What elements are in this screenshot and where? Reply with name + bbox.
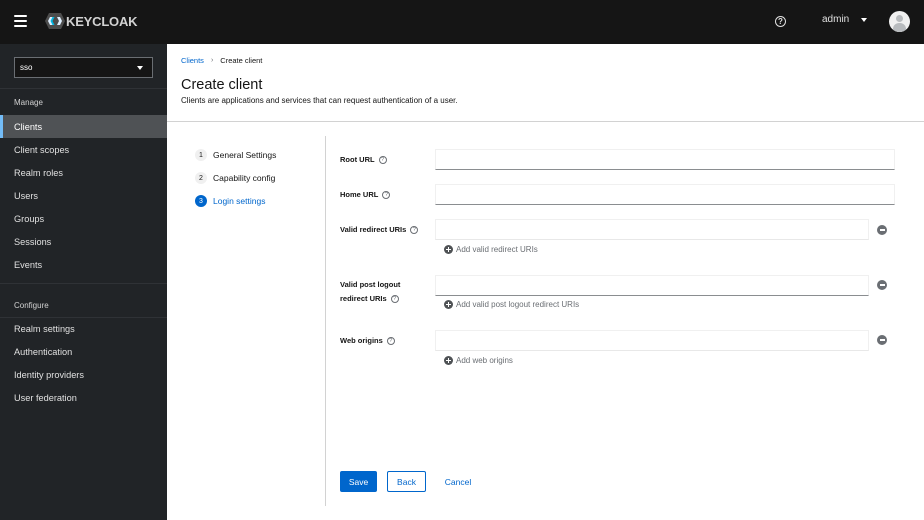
- sidebar-item-realm-roles[interactable]: Realm roles: [0, 161, 167, 184]
- root-url-label: Root URL?: [340, 153, 387, 167]
- wizard-step-capability-config[interactable]: 2 Capability config: [195, 172, 275, 184]
- sidebar-item-authentication[interactable]: Authentication: [0, 340, 167, 363]
- main-content: Clients › Create client Create client Cl…: [167, 44, 924, 520]
- user-dropdown[interactable]: admin: [822, 14, 868, 25]
- help-icon[interactable]: ?: [775, 16, 786, 27]
- page-title: Create client: [181, 77, 263, 93]
- step-number: 1: [195, 149, 207, 161]
- page-header: Clients › Create client Create client Cl…: [167, 44, 924, 122]
- step-number: 3: [195, 195, 207, 207]
- sidebar-item-client-scopes[interactable]: Client scopes: [0, 138, 167, 161]
- sidebar-divider: [0, 88, 167, 89]
- username: admin: [822, 14, 850, 25]
- section-title-manage: Manage: [14, 98, 43, 107]
- sidebar: sso Manage Clients Client scopes Realm r…: [0, 44, 167, 520]
- add-web-origin-label: Add web origins: [456, 356, 513, 365]
- breadcrumb-current: Create client: [220, 56, 263, 65]
- save-button[interactable]: Save: [340, 471, 377, 492]
- wizard-divider: [325, 136, 326, 506]
- step-label: Login settings: [213, 196, 266, 206]
- sidebar-item-realm-settings[interactable]: Realm settings: [0, 317, 167, 340]
- hamburger-menu-icon[interactable]: [14, 15, 27, 27]
- redirect-uris-input[interactable]: [435, 219, 869, 240]
- web-origins-label-text: Web origins: [340, 336, 383, 345]
- plus-circle-icon: [444, 245, 453, 254]
- add-web-origin-button[interactable]: Add web origins: [444, 356, 513, 365]
- root-url-input[interactable]: [435, 149, 895, 170]
- add-post-logout-uri-button[interactable]: Add valid post logout redirect URIs: [444, 300, 579, 309]
- remove-web-origin-icon[interactable]: [877, 335, 887, 345]
- back-button[interactable]: Back: [387, 471, 426, 492]
- realm-selector[interactable]: sso: [14, 57, 153, 78]
- section-title-configure: Configure: [14, 301, 49, 310]
- avatar-body-icon: [893, 23, 906, 32]
- post-logout-uris-label: Valid post logout redirect URIs?: [340, 278, 400, 306]
- redirect-uris-label: Valid redirect URIs?: [340, 223, 419, 237]
- step-label: Capability config: [213, 173, 276, 183]
- step-label: General Settings: [213, 150, 277, 160]
- post-logout-label-line2: redirect URIs: [340, 294, 387, 303]
- avatar-head-icon: [896, 15, 903, 22]
- help-icon[interactable]: ?: [390, 295, 399, 304]
- brand-name: KEYCLOAK: [66, 13, 138, 29]
- caret-down-icon: [137, 66, 143, 70]
- masthead: KEYCLOAK ? admin: [0, 0, 924, 44]
- sidebar-item-user-federation[interactable]: User federation: [0, 386, 167, 409]
- remove-post-logout-uri-icon[interactable]: [877, 280, 887, 290]
- plus-circle-icon: [444, 300, 453, 309]
- post-logout-label-line1: Valid post logout: [340, 280, 401, 289]
- breadcrumb-clients-link[interactable]: Clients: [181, 56, 204, 65]
- step-number: 2: [195, 172, 207, 184]
- sidebar-divider: [0, 283, 167, 284]
- page-description: Clients are applications and services th…: [181, 96, 458, 105]
- avatar[interactable]: [889, 11, 910, 32]
- caret-down-icon: [861, 17, 868, 22]
- keycloak-logo-icon: [45, 13, 65, 29]
- web-origins-input[interactable]: [435, 330, 869, 351]
- sidebar-item-identity-providers[interactable]: Identity providers: [0, 363, 167, 386]
- breadcrumb: Clients › Create client: [181, 56, 262, 65]
- wizard-step-general-settings[interactable]: 1 General Settings: [195, 149, 276, 161]
- home-url-label: Home URL?: [340, 188, 391, 202]
- realm-selector-value: sso: [20, 63, 33, 72]
- sidebar-item-groups[interactable]: Groups: [0, 207, 167, 230]
- sidebar-item-clients[interactable]: Clients: [0, 115, 167, 138]
- sidebar-item-sessions[interactable]: Sessions: [0, 230, 167, 253]
- cancel-button[interactable]: Cancel: [437, 471, 479, 492]
- help-icon[interactable]: ?: [386, 337, 395, 346]
- root-url-label-text: Root URL: [340, 155, 375, 164]
- add-post-logout-uri-label: Add valid post logout redirect URIs: [456, 300, 580, 309]
- home-url-label-text: Home URL: [340, 190, 379, 199]
- post-logout-uris-input[interactable]: [435, 275, 869, 296]
- add-redirect-uri-label: Add valid redirect URIs: [456, 245, 538, 254]
- help-icon[interactable]: ?: [378, 156, 387, 165]
- keycloak-logo[interactable]: KEYCLOAK: [44, 12, 138, 30]
- web-origins-label: Web origins?: [340, 334, 395, 348]
- home-url-input[interactable]: [435, 184, 895, 205]
- redirect-uris-label-text: Valid redirect URIs: [340, 225, 407, 234]
- help-icon[interactable]: ?: [410, 226, 419, 235]
- add-redirect-uri-button[interactable]: Add valid redirect URIs: [444, 245, 538, 254]
- wizard-step-login-settings[interactable]: 3 Login settings: [195, 195, 265, 207]
- remove-redirect-uri-icon[interactable]: [877, 225, 887, 235]
- breadcrumb-separator-icon: ›: [210, 57, 214, 64]
- sidebar-item-events[interactable]: Events: [0, 253, 167, 276]
- plus-circle-icon: [444, 356, 453, 365]
- help-icon[interactable]: ?: [382, 191, 391, 200]
- sidebar-item-users[interactable]: Users: [0, 184, 167, 207]
